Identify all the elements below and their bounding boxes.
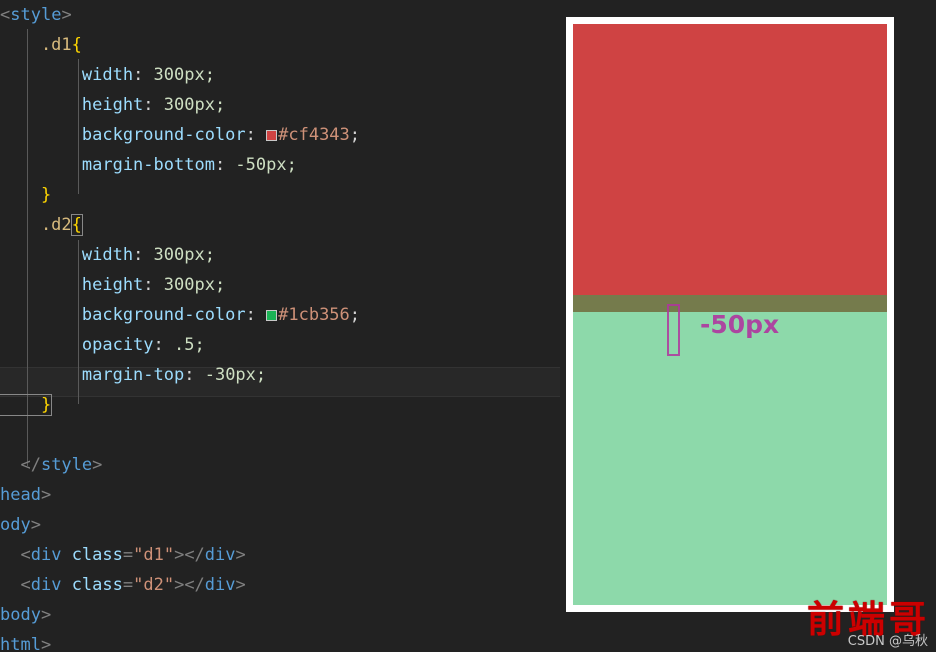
code-token: 300px; xyxy=(153,245,215,265)
code-token: : xyxy=(143,95,164,115)
code-token: : xyxy=(214,155,236,175)
code-token: -50px; xyxy=(235,155,297,175)
code-token: height xyxy=(0,275,144,295)
code-token: = xyxy=(122,545,134,565)
code-token: : xyxy=(133,65,154,85)
code-token: > xyxy=(235,545,246,565)
code-token: : xyxy=(133,245,154,265)
preview-viewport: -50px xyxy=(573,24,887,605)
code-line[interactable]: <div class="d1"></div> xyxy=(0,540,560,570)
code-token: div xyxy=(30,545,62,565)
code-line[interactable]: html> xyxy=(0,630,560,652)
code-token: > xyxy=(40,485,52,505)
code-token: } xyxy=(0,185,52,205)
code-line[interactable] xyxy=(0,420,560,450)
code-line[interactable]: height: 300px; xyxy=(0,270,560,300)
code-token: #1cb356 xyxy=(278,305,350,325)
code-token: width xyxy=(0,65,134,85)
code-token: = xyxy=(122,575,134,595)
code-token: style xyxy=(10,5,62,25)
code-token: head xyxy=(0,485,41,505)
code-token: margin-top xyxy=(0,365,185,385)
code-token: "d2" xyxy=(133,575,175,595)
code-token: body xyxy=(0,605,41,625)
watermark-author: CSDN @乌秋 xyxy=(847,634,928,649)
code-line[interactable]: .d1{ xyxy=(0,30,560,60)
code-line[interactable]: </style> xyxy=(0,450,560,480)
code-token: : xyxy=(245,305,267,325)
code-token: .5; xyxy=(174,335,205,355)
color-swatch-icon xyxy=(266,130,278,141)
code-line[interactable]: background-color: #cf4343; xyxy=(0,120,560,150)
code-token: : xyxy=(245,125,267,145)
code-token: class xyxy=(71,575,123,595)
code-token: > xyxy=(235,575,246,595)
code-token: > xyxy=(40,635,52,652)
code-line[interactable]: background-color: #1cb356; xyxy=(0,300,560,330)
preview-div-d2 xyxy=(573,295,887,605)
code-token: < xyxy=(0,5,11,25)
code-line[interactable]: width: 300px; xyxy=(0,240,560,270)
code-token: ody xyxy=(0,515,31,535)
code-line[interactable]: margin-bottom: -50px; xyxy=(0,150,560,180)
code-token: : xyxy=(143,275,164,295)
code-token: ; xyxy=(349,305,361,325)
code-token: ></ xyxy=(174,545,205,565)
code-line[interactable]: } xyxy=(0,390,560,420)
code-token: .d1 xyxy=(0,35,72,55)
code-token: style xyxy=(40,455,93,475)
code-token: html xyxy=(0,635,41,652)
code-line[interactable]: .d2{ xyxy=(0,210,560,240)
code-token: 300px; xyxy=(153,65,215,85)
code-line[interactable]: body> xyxy=(0,600,560,630)
code-line[interactable]: margin-top: -30px; xyxy=(0,360,560,390)
code-line[interactable]: <div class="d2"></div> xyxy=(0,570,560,600)
code-token: -30px; xyxy=(204,365,267,385)
code-token: { xyxy=(71,35,82,55)
code-token: class xyxy=(71,545,123,565)
code-token: div xyxy=(30,575,62,595)
code-token: height xyxy=(0,95,144,115)
code-line[interactable]: ody> xyxy=(0,510,560,540)
preview-div-d1 xyxy=(573,24,887,312)
code-editor[interactable]: <style> .d1{ width: 300px; height: 300px… xyxy=(0,0,560,652)
code-token: > xyxy=(30,515,41,535)
code-line[interactable]: opacity: .5; xyxy=(0,330,560,360)
code-token: background-color xyxy=(0,305,246,325)
code-token: > xyxy=(40,605,52,625)
code-token: ; xyxy=(349,125,361,145)
code-token: div xyxy=(204,545,236,565)
code-lines[interactable]: <style> .d1{ width: 300px; height: 300px… xyxy=(0,0,560,652)
code-token: background-color xyxy=(0,125,246,145)
code-token: 300px; xyxy=(163,275,226,295)
browser-preview-panel: -50px xyxy=(566,17,894,612)
code-token: 300px; xyxy=(163,95,226,115)
code-line[interactable]: head> xyxy=(0,480,560,510)
code-token: < xyxy=(0,575,31,595)
code-token: < xyxy=(0,545,31,565)
code-token: { xyxy=(70,214,83,236)
code-token: } xyxy=(0,394,53,416)
code-token: ></ xyxy=(174,575,205,595)
code-token: : xyxy=(153,335,175,355)
code-token: #cf4343 xyxy=(278,125,350,145)
code-line[interactable]: height: 300px; xyxy=(0,90,560,120)
code-token: </ xyxy=(0,455,41,475)
code-token: .d2 xyxy=(0,215,72,235)
code-token: opacity xyxy=(0,335,154,355)
code-token: > xyxy=(61,5,72,25)
code-token: width xyxy=(0,245,134,265)
code-line[interactable]: <style> xyxy=(0,0,560,30)
color-swatch-icon xyxy=(266,310,278,321)
code-line[interactable]: width: 300px; xyxy=(0,60,560,90)
code-token: margin-bottom xyxy=(0,155,215,175)
code-token: div xyxy=(204,575,236,595)
code-token: > xyxy=(92,455,103,475)
code-line[interactable]: } xyxy=(0,180,560,210)
screenshot-root: <style> .d1{ width: 300px; height: 300px… xyxy=(0,0,936,652)
code-token: : xyxy=(184,365,205,385)
code-token: "d1" xyxy=(133,545,175,565)
